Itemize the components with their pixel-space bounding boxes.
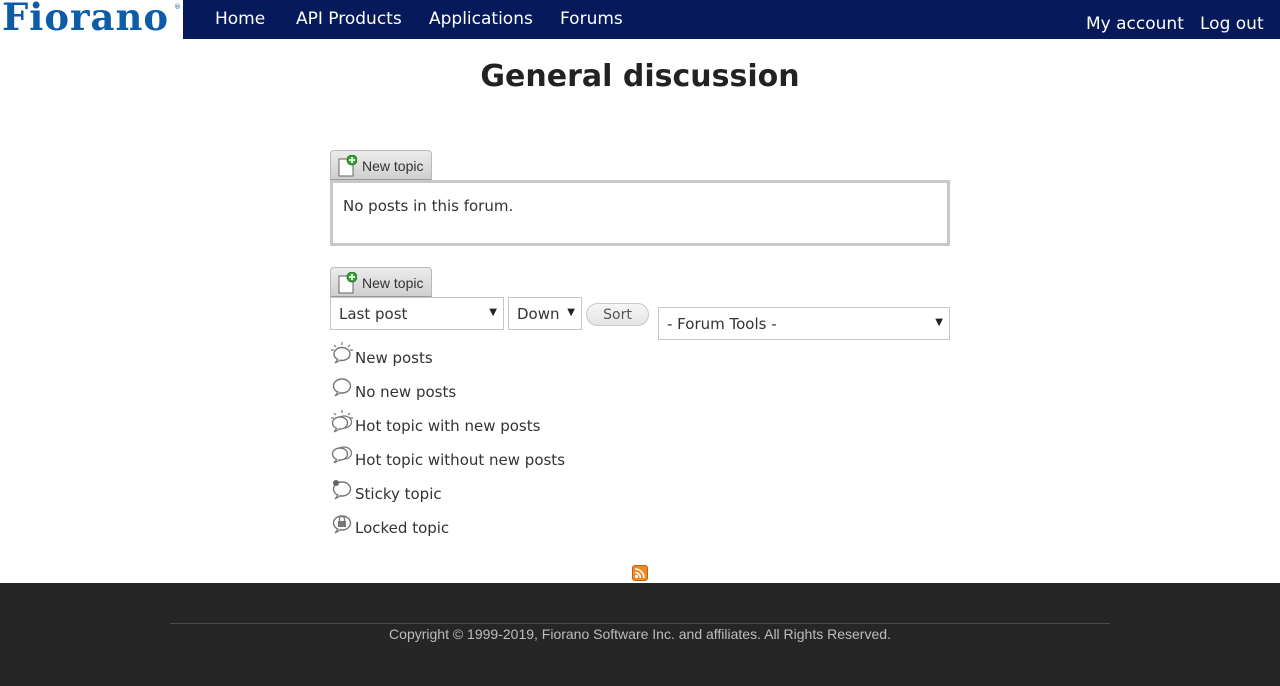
new-posts-icon [331, 342, 353, 364]
legend-label: Locked topic [355, 519, 450, 537]
my-account-link[interactable]: My account [1086, 14, 1184, 34]
forum-tools-value: - Forum Tools - [667, 315, 777, 333]
new-topic-icon [338, 155, 357, 177]
nav-forums-link[interactable]: Forums [560, 9, 623, 29]
no-new-posts-icon [332, 378, 352, 397]
log-out-link[interactable]: Log out [1200, 14, 1264, 34]
nav-home-link[interactable]: Home [215, 9, 265, 29]
nav-applications-link[interactable]: Applications [429, 9, 533, 29]
logo-wordmark[interactable]: Fiorano [2, 0, 169, 37]
copyright-text: Copyright © 1999-2019, Fiorano Software … [389, 626, 891, 642]
new-topic-label: New topic [362, 158, 424, 174]
top-navigation-bar: Fiorano ® Home API Products Applications… [0, 0, 1280, 39]
legend-label: Sticky topic [355, 485, 442, 503]
sort-by-value: Last post [339, 305, 408, 323]
logo-registered-mark: ® [174, 3, 181, 11]
sort-order-value: Down [517, 305, 560, 323]
locked-topic-icon [332, 515, 352, 534]
sort-order-select[interactable]: Down ▼ [508, 297, 582, 330]
dropdown-arrow-icon: ▼ [489, 307, 497, 318]
sort-button[interactable]: Sort [586, 303, 649, 326]
page-footer: Copyright © 1999-2019, Fiorano Software … [0, 583, 1280, 686]
new-topic-button-bottom[interactable]: New topic [330, 267, 432, 298]
dropdown-arrow-icon: ▼ [567, 307, 575, 318]
forum-posts-panel: No posts in this forum. [330, 180, 950, 246]
rss-feed-icon[interactable] [632, 565, 648, 581]
nav-api-products-link[interactable]: API Products [296, 9, 402, 29]
sort-by-select[interactable]: Last post ▼ [330, 297, 504, 330]
site-logo[interactable]: Fiorano ® [0, 0, 183, 39]
legend-label: Hot topic with new posts [355, 417, 541, 435]
page-title: General discussion [480, 59, 800, 94]
hot-topic-no-new-posts-icon [331, 446, 353, 464]
legend-label: Hot topic without new posts [355, 451, 566, 469]
forum-tools-select[interactable]: - Forum Tools - ▼ [658, 307, 950, 340]
new-topic-icon [338, 272, 357, 294]
sort-button-label: Sort [603, 307, 632, 323]
footer-divider [170, 623, 1110, 624]
new-topic-button[interactable]: New topic [330, 150, 432, 181]
no-posts-message: No posts in this forum. [343, 197, 514, 215]
rss-glyph-icon [634, 568, 645, 579]
sticky-topic-icon [332, 480, 352, 500]
dropdown-arrow-icon: ▼ [935, 317, 943, 328]
new-topic-label: New topic [362, 275, 424, 291]
legend-label: No new posts [355, 383, 457, 401]
legend-label: New posts [355, 349, 433, 367]
hot-topic-new-posts-icon [331, 410, 353, 433]
